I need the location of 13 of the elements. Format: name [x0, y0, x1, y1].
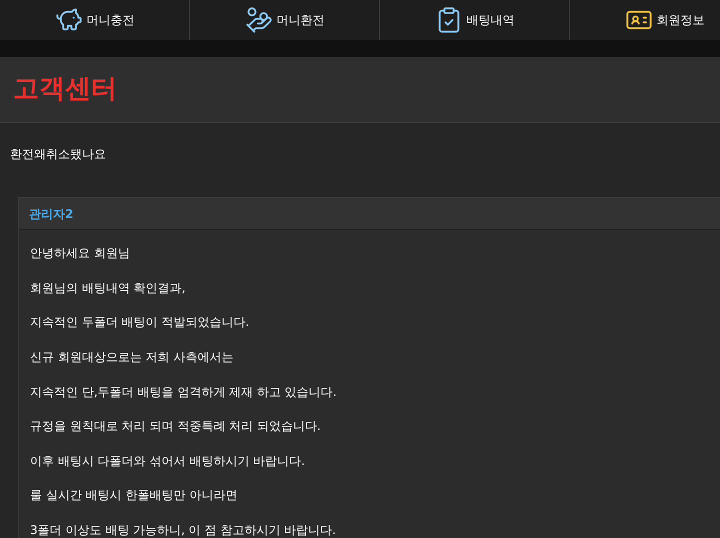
- answer-line: 3폴더 이상도 배팅 가능하니, 이 점 참고하시기 바랍니다.: [30, 522, 337, 538]
- answer-line: 지속적인 단,두폴더 배팅을 엄격하게 제재 하고 있습니다.: [30, 384, 338, 401]
- answer-line: 안녕하세요 회원님: [30, 245, 131, 262]
- author-name: 관리자2: [29, 206, 74, 222]
- hand-coins-icon: [244, 6, 272, 34]
- answer-line: 회원님의 배팅내역 확인결과,: [30, 280, 186, 297]
- page-title: 고객센터: [13, 73, 117, 106]
- answer-line: 규정을 원칙대로 처리 되며 적중특례 처리 되었습니다.: [30, 418, 322, 436]
- answer-line: 룰 실시간 배팅시 한폴배팅만 아니라면: [30, 487, 238, 504]
- question-text: 환전왜취소됐나요: [10, 146, 107, 163]
- answer-line: 신규 회원대상으로는 저희 사측에서는: [30, 349, 234, 366]
- answer-line: 이후 배팅시 다폴더와 섞어서 배팅하시기 바랍니다.: [30, 452, 306, 470]
- answer-line: 지속적인 두폴더 배팅이 적발되었습니다.: [30, 314, 250, 332]
